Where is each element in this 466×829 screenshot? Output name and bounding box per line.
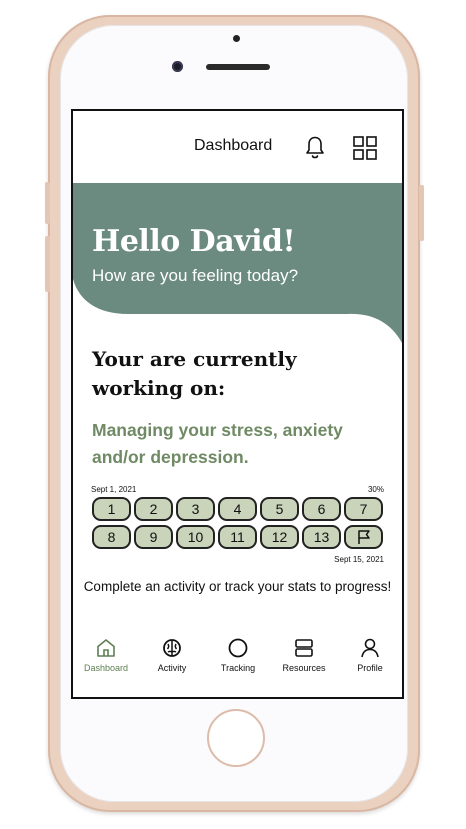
program-heading: Your are currently working on: <box>92 347 297 400</box>
greeting-subtitle: How are you feeling today? <box>92 266 299 285</box>
earpiece-speaker <box>206 64 270 70</box>
page-title: Dashboard <box>194 137 273 154</box>
day-chip[interactable]: 9 <box>134 525 173 549</box>
day-tracker: 1 2 3 4 5 6 7 8 9 10 11 12 13 <box>92 497 388 549</box>
volume-button <box>45 182 50 224</box>
day-chip[interactable]: 2 <box>134 497 173 521</box>
day-chip[interactable]: 12 <box>260 525 299 549</box>
top-bar: Dashboard <box>73 111 402 183</box>
day-chip[interactable]: 10 <box>176 525 215 549</box>
flag-icon <box>357 530 370 544</box>
power-button <box>419 185 424 241</box>
day-chip[interactable]: 7 <box>344 497 383 521</box>
nav-profile[interactable]: Profile <box>337 637 402 673</box>
home-icon <box>97 639 115 657</box>
nav-label: Profile <box>357 663 383 673</box>
app-screen: Dashboard Hello David! How are you feeli… <box>71 109 404 699</box>
home-button[interactable] <box>207 709 265 767</box>
day-chip[interactable]: 6 <box>302 497 341 521</box>
stack-icon <box>295 639 313 657</box>
nav-resources[interactable]: Resources <box>271 637 337 673</box>
program-focus: Managing your stress, anxiety and/or dep… <box>92 420 343 467</box>
day-chip[interactable]: 8 <box>92 525 131 549</box>
start-date: Sept 1, 2021 <box>91 485 137 494</box>
final-day-chip[interactable] <box>344 525 383 549</box>
front-camera <box>172 61 183 72</box>
nav-dashboard[interactable]: Dashboard <box>73 637 139 673</box>
greeting-title: Hello David! <box>92 224 296 259</box>
end-date: Sept 15, 2021 <box>334 555 384 564</box>
nav-tracking[interactable]: Tracking <box>205 637 271 673</box>
day-chip[interactable]: 5 <box>260 497 299 521</box>
person-icon <box>361 638 379 658</box>
nav-activity[interactable]: Activity <box>139 637 205 673</box>
proximity-sensor <box>233 35 240 42</box>
day-chip[interactable]: 13 <box>302 525 341 549</box>
day-chip[interactable]: 3 <box>176 497 215 521</box>
brain-icon <box>163 639 181 657</box>
progress-percent: 30% <box>367 485 384 494</box>
circle-icon <box>228 638 248 658</box>
day-chip[interactable]: 4 <box>218 497 257 521</box>
grid-menu-icon[interactable] <box>352 135 378 161</box>
nav-label: Resources <box>282 663 326 673</box>
bell-icon[interactable] <box>302 133 328 161</box>
bottom-nav: Dashboard Activity Tracking Resources Pr… <box>73 637 402 697</box>
nav-label: Dashboard <box>83 663 129 673</box>
day-chip[interactable]: 11 <box>218 525 257 549</box>
nav-label: Tracking <box>220 663 256 673</box>
progress-instruction: Complete an activity or track your stats… <box>83 579 392 594</box>
day-chip[interactable]: 1 <box>92 497 131 521</box>
volume-button <box>45 236 50 292</box>
nav-label: Activity <box>157 663 187 673</box>
